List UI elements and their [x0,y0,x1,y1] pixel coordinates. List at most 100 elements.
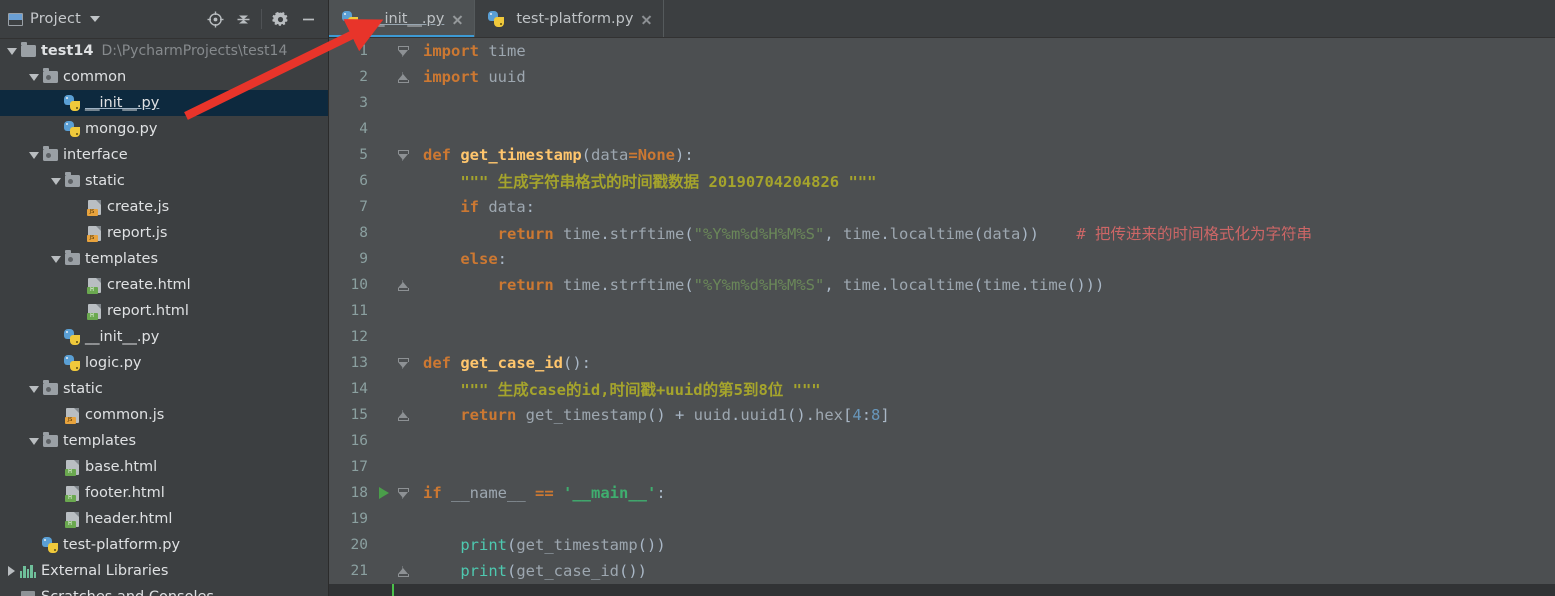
tree-item-common-js[interactable]: JS common.js [0,402,328,428]
project-title-button[interactable]: Project [8,11,201,27]
locate-icon[interactable] [201,5,229,33]
tree-item-report-html[interactable]: Hreport.html [0,298,328,324]
tree-item-static[interactable]: static [0,168,328,194]
code-line[interactable]: 5 def get_timestamp(data=None): [329,142,1555,168]
tree-item-external-libraries[interactable]: External Libraries [0,558,328,584]
fold-gutter[interactable] [393,279,413,291]
code-token: uuid [488,68,526,86]
tree-item-static[interactable]: static [0,376,328,402]
code-text: else: [413,250,1555,268]
tree-item-report-js[interactable]: JS report.js [0,220,328,246]
fold-gutter[interactable] [393,409,413,421]
code-token: time [563,225,601,243]
code-line[interactable]: 16 [329,428,1555,454]
fold-gutter[interactable] [393,45,413,57]
code-line[interactable]: 2 import uuid [329,64,1555,90]
fold-region-end-icon[interactable] [397,410,409,421]
folder-module-icon [41,432,59,447]
chevron-down-icon[interactable] [48,255,63,263]
code-token: : [525,198,536,216]
code-line[interactable]: 10 return time.strftime("%Y%m%d%H%M%S", … [329,272,1555,298]
code-token: == [525,484,563,502]
tree-item--init-py[interactable]: __init__.py [0,90,328,116]
collapse-all-icon[interactable] [229,5,257,33]
code-line[interactable]: 17 [329,454,1555,480]
tree-item-logic-py[interactable]: logic.py [0,350,328,376]
fold-region-end-icon[interactable] [397,280,409,291]
tree-item--init-py[interactable]: __init__.py [0,324,328,350]
editor-tab--init-py[interactable]: __init__.py [329,0,475,38]
tree-item-scratches-and-consoles[interactable]: Scratches and Consoles [0,584,328,596]
close-icon[interactable] [640,13,653,26]
fold-gutter[interactable] [393,487,413,499]
tree-item-common[interactable]: common [0,64,328,90]
code-text: def get_timestamp(data=None): [413,146,1555,164]
tree-item-footer-html[interactable]: Hfooter.html [0,480,328,506]
code-line[interactable]: 6 """ 生成字符串格式的时间戳数据 20190704204826 """ [329,168,1555,194]
code-token: if [460,198,479,216]
hide-icon[interactable] [294,5,322,33]
code-line[interactable]: 3 [329,90,1555,116]
close-icon[interactable] [451,13,464,26]
tree-item-label: static [63,381,103,397]
line-number: 20 [350,537,368,553]
tree-item-base-html[interactable]: Hbase.html [0,454,328,480]
chevron-right-icon[interactable] [4,566,19,576]
code-line[interactable]: 14 """ 生成case的id,时间戳+uuid的第5到8位 """ [329,376,1555,402]
code-line[interactable]: 8 return time.strftime("%Y%m%d%H%M%S", t… [329,220,1555,246]
chevron-down-icon[interactable] [26,437,41,445]
fold-collapse-icon[interactable] [397,149,409,161]
code-editor[interactable]: 1 import time 2 import uuid 3 4 5 def get_times… [329,38,1555,596]
chevron-down-icon[interactable] [26,385,41,393]
chevron-down-icon[interactable] [26,73,41,81]
tree-item-mongo-py[interactable]: mongo.py [0,116,328,142]
tree-item-label: footer.html [85,485,165,501]
code-line[interactable]: 18 if __name__ == '__main__': [329,480,1555,506]
tree-item-label: test-platform.py [63,537,181,553]
fold-collapse-icon[interactable] [397,45,409,57]
tree-item-create-js[interactable]: JS create.js [0,194,328,220]
fold-collapse-icon[interactable] [397,487,409,499]
project-tree[interactable]: test14 D:\PycharmProjects\test14 common __i… [0,38,328,596]
code-text: def get_case_id(): [413,354,1555,372]
code-line[interactable]: 7 if data: [329,194,1555,220]
project-toolbar-actions [201,5,322,33]
editor-tab-test-platform-py[interactable]: test-platform.py [475,0,663,38]
fold-region-end-icon[interactable] [397,72,409,83]
code-token: . [1020,276,1030,294]
code-line[interactable]: 15 return get_timestamp() + uuid.uuid1()… [329,402,1555,428]
chevron-down-icon[interactable] [48,177,63,185]
fold-collapse-icon[interactable] [397,357,409,369]
fold-gutter[interactable] [393,565,413,577]
chevron-down-icon[interactable] [90,16,101,22]
python-file-icon [63,121,81,137]
run-gutter-icon[interactable] [375,487,393,499]
tree-item-create-html[interactable]: Hcreate.html [0,272,328,298]
tree-item-path: D:\PycharmProjects\test14 [101,43,288,59]
fold-region-end-icon[interactable] [397,566,409,577]
gear-icon[interactable] [266,5,294,33]
tree-item-templates[interactable]: templates [0,246,328,272]
tree-item-interface[interactable]: interface [0,142,328,168]
fold-gutter[interactable] [393,149,413,161]
fold-gutter[interactable] [393,357,413,369]
chevron-down-icon[interactable] [4,47,19,55]
tree-item-test14[interactable]: test14 D:\PycharmProjects\test14 [0,38,328,64]
code-line[interactable]: 4 [329,116,1555,142]
tree-item-templates[interactable]: templates [0,428,328,454]
code-token: . [880,225,890,243]
code-line[interactable]: 1 import time [329,38,1555,64]
code-line[interactable]: 20 print(get_timestamp()) [329,532,1555,558]
tree-item-test-platform-py[interactable]: test-platform.py [0,532,328,558]
code-line[interactable]: 21 print(get_case_id()) [329,558,1555,584]
code-text: """ 生成case的id,时间戳+uuid的第5到8位 """ [413,378,1555,400]
code-line[interactable]: 19 [329,506,1555,532]
code-line[interactable]: 13 def get_case_id(): [329,350,1555,376]
tree-item-header-html[interactable]: Hheader.html [0,506,328,532]
fold-gutter[interactable] [393,71,413,83]
code-line[interactable]: 9 else: [329,246,1555,272]
chevron-down-icon[interactable] [26,151,41,159]
code-line[interactable]: 11 [329,298,1555,324]
code-line[interactable]: 12 [329,324,1555,350]
